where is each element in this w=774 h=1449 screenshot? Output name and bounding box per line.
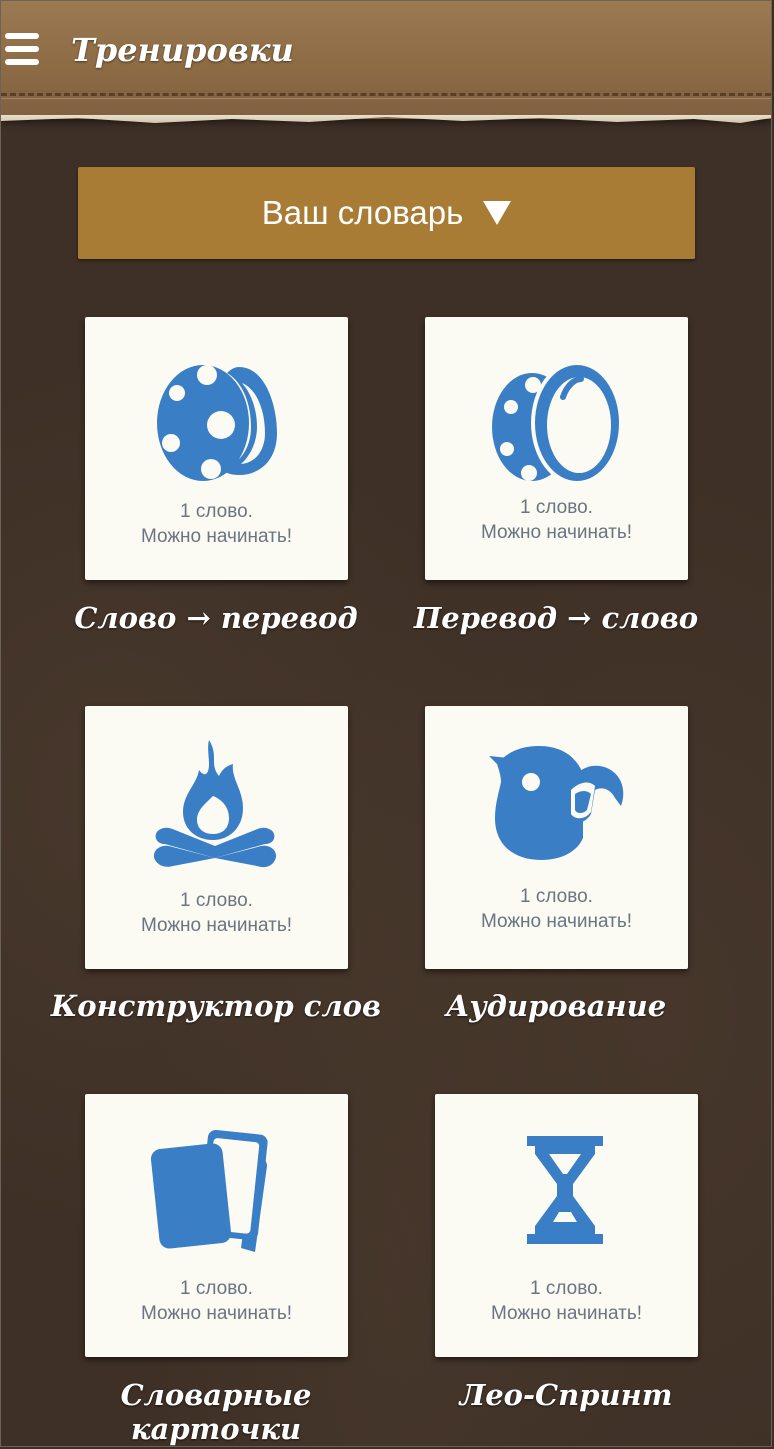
training-label-translation-word[interactable]: Перевод → слово bbox=[386, 601, 726, 635]
hourglass-icon bbox=[435, 1122, 698, 1262]
app-header: Тренировки bbox=[1, 1, 771, 123]
training-card-word-translation[interactable]: 1 слово. Можно начинать! bbox=[85, 317, 348, 580]
card-status: 1 слово. Можно начинать! bbox=[435, 1276, 698, 1326]
cards-icon bbox=[85, 1122, 348, 1262]
training-label-word-constructor[interactable]: Конструктор слов bbox=[46, 989, 386, 1023]
card-status-ready: Можно начинать! bbox=[480, 911, 633, 932]
card-status-ready: Можно начинать! bbox=[140, 1303, 293, 1324]
dropdown-arrow-icon bbox=[483, 201, 512, 225]
dictionary-button-label: Ваш словарь bbox=[261, 194, 464, 231]
card-status-count: 1 слово. bbox=[520, 886, 593, 907]
training-label-listening[interactable]: Аудирование bbox=[386, 989, 726, 1023]
card-status-ready: Можно начинать! bbox=[480, 522, 633, 543]
card-status-ready: Можно начинать! bbox=[490, 1303, 643, 1324]
training-label-word-cards[interactable]: Словарные карточки bbox=[46, 1378, 386, 1446]
card-status-ready: Можно начинать! bbox=[140, 526, 293, 547]
egg-spotted-icon bbox=[85, 345, 348, 485]
header-edge bbox=[1, 115, 771, 123]
training-card-leo-sprint[interactable]: 1 слово. Можно начинать! bbox=[435, 1094, 698, 1357]
card-status-count: 1 слово. bbox=[180, 501, 253, 522]
card-status-count: 1 слово. bbox=[520, 497, 593, 518]
training-card-translation-word[interactable]: 1 слово. Можно начинать! bbox=[425, 317, 688, 580]
card-status: 1 слово. Можно начинать! bbox=[85, 1276, 348, 1326]
page-title: Тренировки bbox=[71, 31, 294, 69]
training-card-word-constructor[interactable]: 1 слово. Можно начинать! bbox=[85, 706, 348, 969]
card-status: 1 слово. Можно начинать! bbox=[425, 884, 688, 934]
dictionary-dropdown-button[interactable]: Ваш словарь bbox=[78, 167, 695, 259]
training-card-listening[interactable]: 1 слово. Можно начинать! bbox=[425, 706, 688, 969]
card-status: 1 слово. Можно начинать! bbox=[85, 499, 348, 549]
hamburger-menu-icon[interactable] bbox=[5, 33, 41, 73]
training-card-word-cards[interactable]: 1 слово. Можно начинать! bbox=[85, 1094, 348, 1357]
egg-plain-icon bbox=[425, 345, 688, 485]
card-status-count: 1 слово. bbox=[180, 1278, 253, 1299]
training-label-leo-sprint[interactable]: Лео-Спринт bbox=[396, 1378, 736, 1412]
header-stitch-highlight bbox=[1, 98, 771, 99]
card-status: 1 слово. Можно начинать! bbox=[85, 888, 348, 938]
training-label-word-translation[interactable]: Слово → перевод bbox=[46, 601, 386, 635]
parrot-icon bbox=[425, 734, 688, 874]
card-status: 1 слово. Можно начинать! bbox=[425, 495, 688, 545]
card-status-count: 1 слово. bbox=[530, 1278, 603, 1299]
header-stitch bbox=[1, 93, 771, 96]
app-screen: Тренировки Ваш словарь 1 слово. Можно на… bbox=[0, 0, 772, 1447]
card-status-ready: Можно начинать! bbox=[140, 915, 293, 936]
campfire-icon bbox=[85, 734, 348, 874]
card-status-count: 1 слово. bbox=[180, 890, 253, 911]
